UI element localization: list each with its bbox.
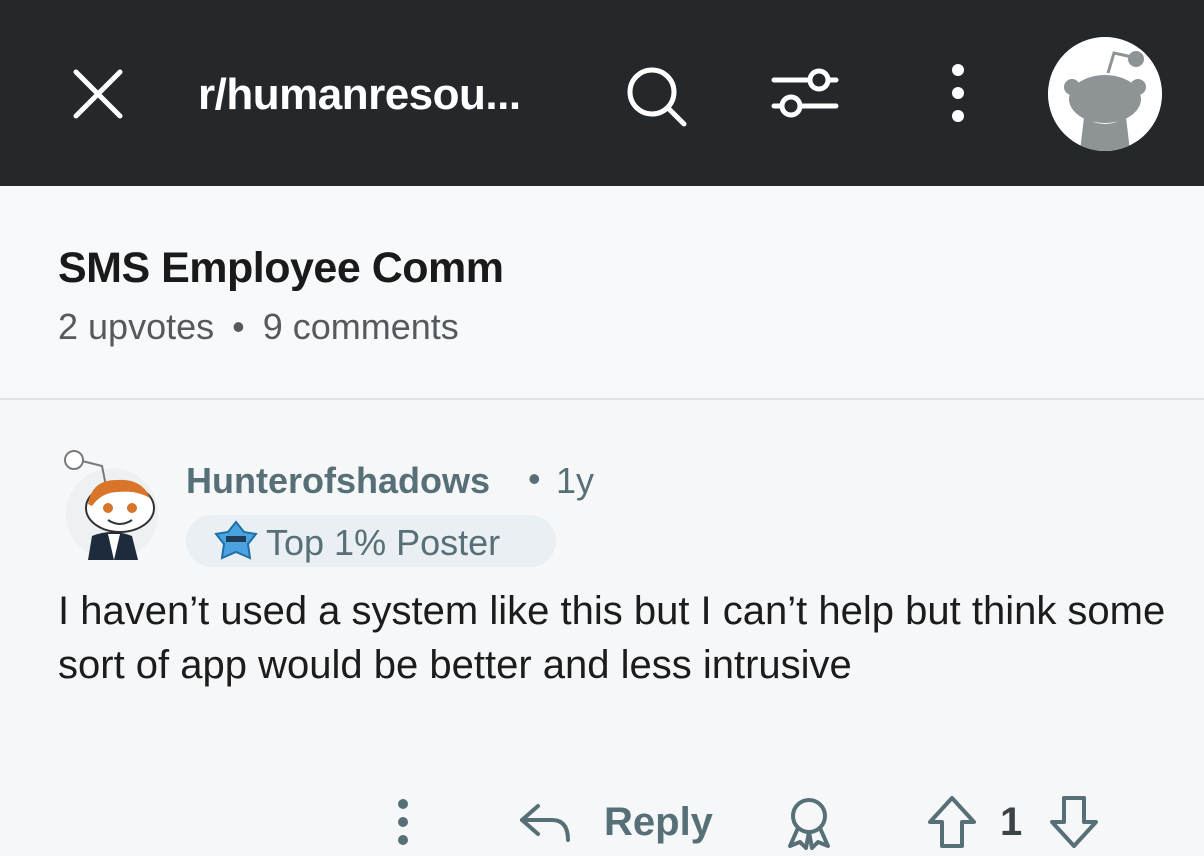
meta-separator: • xyxy=(232,306,245,347)
comment-body: I haven’t used a system like this but I … xyxy=(58,589,1166,687)
close-icon[interactable] xyxy=(68,64,128,124)
downvote-icon[interactable] xyxy=(1048,794,1100,850)
search-icon[interactable] xyxy=(622,64,694,128)
post-title[interactable]: SMS Employee Comm xyxy=(58,244,504,293)
top-poster-icon xyxy=(214,520,258,560)
reply-icon[interactable] xyxy=(518,800,572,844)
post-header xyxy=(0,186,1204,400)
vote-score: 1 xyxy=(1000,800,1023,844)
comment-count: 9 comments xyxy=(262,306,459,347)
comment-age: 1y xyxy=(556,460,595,501)
more-options-icon[interactable] xyxy=(388,796,418,848)
subreddit-name[interactable]: r/humanresou... xyxy=(198,70,521,120)
top-app-bar: r/humanresou... xyxy=(0,0,1204,186)
upvote-icon[interactable] xyxy=(926,794,978,850)
flair-label: Top 1% Poster xyxy=(266,522,501,563)
user-avatar[interactable] xyxy=(1048,37,1162,151)
snoo-avatar-icon xyxy=(1048,37,1162,151)
upvote-count: 2 upvotes xyxy=(58,306,215,347)
award-icon[interactable] xyxy=(782,796,836,850)
comment-separator: • xyxy=(528,458,541,499)
filter-icon[interactable] xyxy=(770,62,840,126)
section-divider xyxy=(0,398,1204,400)
more-vertical-icon[interactable] xyxy=(940,62,976,124)
reply-button[interactable]: Reply xyxy=(604,800,713,845)
comment-username[interactable]: Hunterofshadows xyxy=(186,460,490,502)
post-meta: 2 upvotes • 9 comments xyxy=(58,306,459,348)
commenter-avatar[interactable] xyxy=(62,440,162,560)
